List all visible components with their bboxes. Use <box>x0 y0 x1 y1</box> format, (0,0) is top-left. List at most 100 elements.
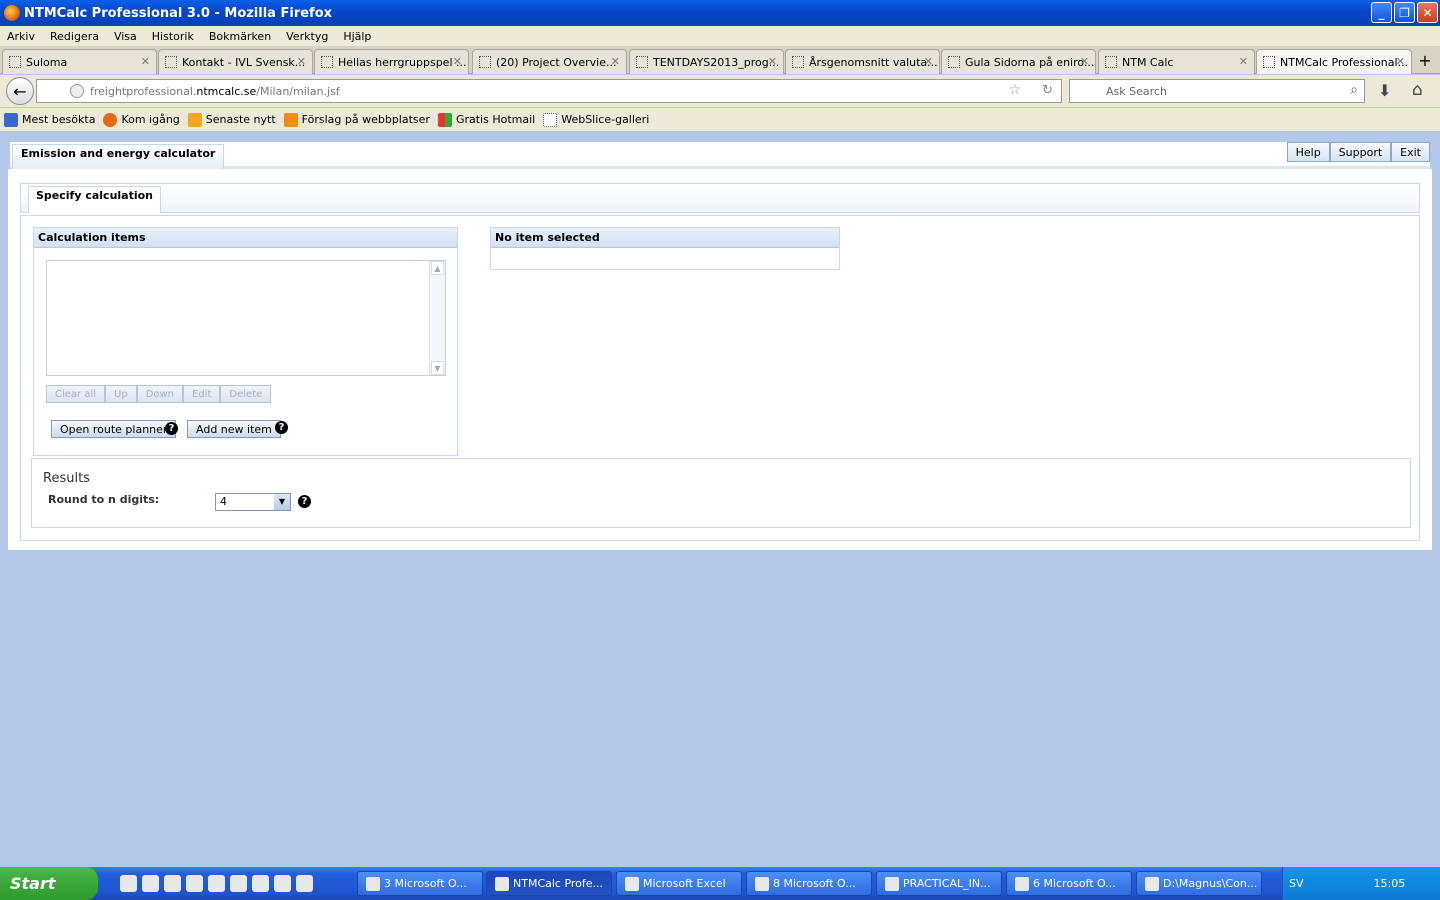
open-route-planner-button[interactable]: Open route planner <box>51 420 177 438</box>
menu-arkiv[interactable]: Arkiv <box>7 30 35 43</box>
taskbar-item[interactable]: D:\Magnus\Con... <box>1136 871 1262 896</box>
taskbar-item[interactable]: Microsoft Excel <box>616 871 742 896</box>
browser-tab[interactable]: Gula Sidorna på eniro... ✕ <box>941 49 1096 74</box>
taskbar-item-active[interactable]: NTMCalc Profe... <box>486 871 612 896</box>
browser-tab[interactable]: NTM Calc ✕ <box>1098 49 1255 74</box>
download-icon[interactable]: ⬇ <box>1378 81 1391 100</box>
up-button[interactable]: Up <box>105 385 137 403</box>
bookmark-icon <box>4 112 18 127</box>
help-icon[interactable]: ? <box>298 495 311 508</box>
word-icon[interactable] <box>252 875 269 892</box>
restore-button[interactable]: ❐ <box>1394 2 1415 23</box>
add-new-item-button[interactable]: Add new item <box>187 420 281 438</box>
browser-tab[interactable]: TENTDAYS2013_prog... ✕ <box>629 49 784 74</box>
firefox-icon[interactable] <box>164 875 181 892</box>
settings-icon[interactable] <box>230 875 247 892</box>
close-tab-icon[interactable]: ✕ <box>1239 55 1248 68</box>
ie-icon[interactable] <box>296 875 313 892</box>
close-tab-icon[interactable]: ✕ <box>611 55 620 68</box>
taskbar: Start 3 Microsoft O... NTMCalc Profe... … <box>0 867 1440 900</box>
support-button[interactable]: Support <box>1329 142 1392 162</box>
tab-specify-calculation[interactable]: Specify calculation <box>28 186 162 213</box>
app-header: Emission and energy calculator Help Supp… <box>10 142 1430 169</box>
clock: 15:05 <box>1373 877 1406 890</box>
excel-icon <box>625 876 639 891</box>
page-icon <box>479 56 491 68</box>
browser-tab[interactable]: Kontakt - IVL Svensk... ✕ <box>158 49 313 74</box>
taskbar-item[interactable]: PRACTICAL_IN... <box>876 871 1002 896</box>
taskbar-item[interactable]: 6 Microsoft O... <box>1006 871 1132 896</box>
folder-icon[interactable] <box>186 875 203 892</box>
page-icon <box>1105 56 1117 68</box>
bookmark-item[interactable]: Förslag på webbplatser <box>283 112 430 127</box>
help-icon[interactable]: ? <box>165 422 178 435</box>
rss-icon <box>187 112 202 127</box>
menu-bokmarken[interactable]: Bokmärken <box>209 30 271 43</box>
browser-tab[interactable]: Suloma ✕ <box>2 49 157 74</box>
exit-button[interactable]: Exit <box>1391 142 1430 162</box>
close-tab-icon[interactable]: ✕ <box>1080 55 1089 68</box>
firefox-icon <box>495 876 509 891</box>
taskbar-item[interactable]: 3 Microsoft O... <box>357 871 483 896</box>
taskbar-item[interactable]: 8 Microsoft O... <box>746 871 872 896</box>
round-digits-select[interactable]: 4 ▼ <box>215 493 291 511</box>
excel-icon[interactable] <box>120 875 137 892</box>
edit-button[interactable]: Edit <box>183 385 221 403</box>
home-icon[interactable]: ⌂ <box>1412 80 1423 100</box>
browser-tab-active[interactable]: NTMCalc Professional... ✕ <box>1256 49 1412 74</box>
menu-verktyg[interactable]: Verktyg <box>286 30 328 43</box>
bookmark-item[interactable]: Mest besökta <box>4 112 95 127</box>
close-tab-icon[interactable]: ✕ <box>1396 55 1405 68</box>
back-button[interactable]: ← <box>6 77 34 105</box>
down-button[interactable]: Down <box>136 385 184 403</box>
menu-redigera[interactable]: Redigera <box>50 30 99 43</box>
browser-tab[interactable]: Hellas herrgruppspel ... ✕ <box>314 49 469 74</box>
scroll-down-icon[interactable]: ▼ <box>431 361 444 375</box>
nav-bar: ← freightprofessional.ntmcalc.se/Milan/m… <box>0 75 1440 107</box>
delete-button[interactable]: Delete <box>220 385 272 403</box>
tab-emission-calculator[interactable]: Emission and energy calculator <box>12 144 225 169</box>
clock-icon[interactable] <box>274 875 291 892</box>
close-window-button[interactable]: ✕ <box>1417 2 1438 23</box>
menu-hjalp[interactable]: Hjälp <box>343 30 371 43</box>
minimize-button[interactable]: _ <box>1371 2 1392 23</box>
list-scrollbar[interactable]: ▲ ▼ <box>429 261 445 375</box>
bookmark-item[interactable]: Gratis Hotmail <box>437 112 535 127</box>
menu-historik[interactable]: Historik <box>152 30 194 43</box>
menu-visa[interactable]: Visa <box>114 30 137 43</box>
close-tab-icon[interactable]: ✕ <box>924 55 933 68</box>
browser-tab[interactable]: (20) Project Overvie... ✕ <box>472 49 627 74</box>
new-tab-button[interactable]: + <box>1414 52 1436 72</box>
outlook-icon <box>366 876 380 891</box>
language-indicator[interactable]: SV <box>1289 877 1304 890</box>
window-titlebar: NTMCalc Professional 3.0 - Mozilla Firef… <box>0 0 1440 26</box>
close-tab-icon[interactable]: ✕ <box>297 55 306 68</box>
calculation-items-list[interactable]: ▲ ▼ <box>46 260 446 376</box>
star-icon[interactable]: ☆ <box>1008 82 1021 98</box>
bookmark-item[interactable]: Kom igång <box>103 112 180 127</box>
system-tray: SV 15:05 <box>1282 867 1440 900</box>
bookmark-item[interactable]: Senaste nytt <box>187 112 276 127</box>
reload-icon[interactable]: ↻ <box>1042 83 1053 98</box>
browser-tab[interactable]: Årsgenomsnitt valuta... ✕ <box>785 49 940 74</box>
search-icon[interactable]: ⌕ <box>1350 82 1358 98</box>
bookmark-item[interactable]: WebSlice-galleri <box>543 112 649 127</box>
start-button[interactable]: Start <box>0 867 98 900</box>
search-input[interactable]: Ask Search ⌕ <box>1069 79 1365 103</box>
outlook-icon[interactable] <box>142 875 159 892</box>
media-player-icon[interactable] <box>208 875 225 892</box>
help-icon[interactable]: ? <box>275 421 288 434</box>
close-tab-icon[interactable]: ✕ <box>768 55 777 68</box>
page-icon <box>948 56 960 68</box>
url-bar[interactable]: freightprofessional.ntmcalc.se/Milan/mil… <box>36 79 1062 103</box>
windows-icon <box>437 112 452 127</box>
chevron-down-icon: ▼ <box>274 494 290 510</box>
page-icon <box>636 56 648 68</box>
close-tab-icon[interactable]: ✕ <box>141 55 150 68</box>
scroll-up-icon[interactable]: ▲ <box>431 261 444 275</box>
close-tab-icon[interactable]: ✕ <box>453 55 462 68</box>
page-content: Emission and energy calculator Help Supp… <box>0 133 1440 867</box>
clear-all-button[interactable]: Clear all <box>46 385 106 403</box>
page-icon <box>165 56 177 68</box>
help-button[interactable]: Help <box>1286 142 1330 162</box>
